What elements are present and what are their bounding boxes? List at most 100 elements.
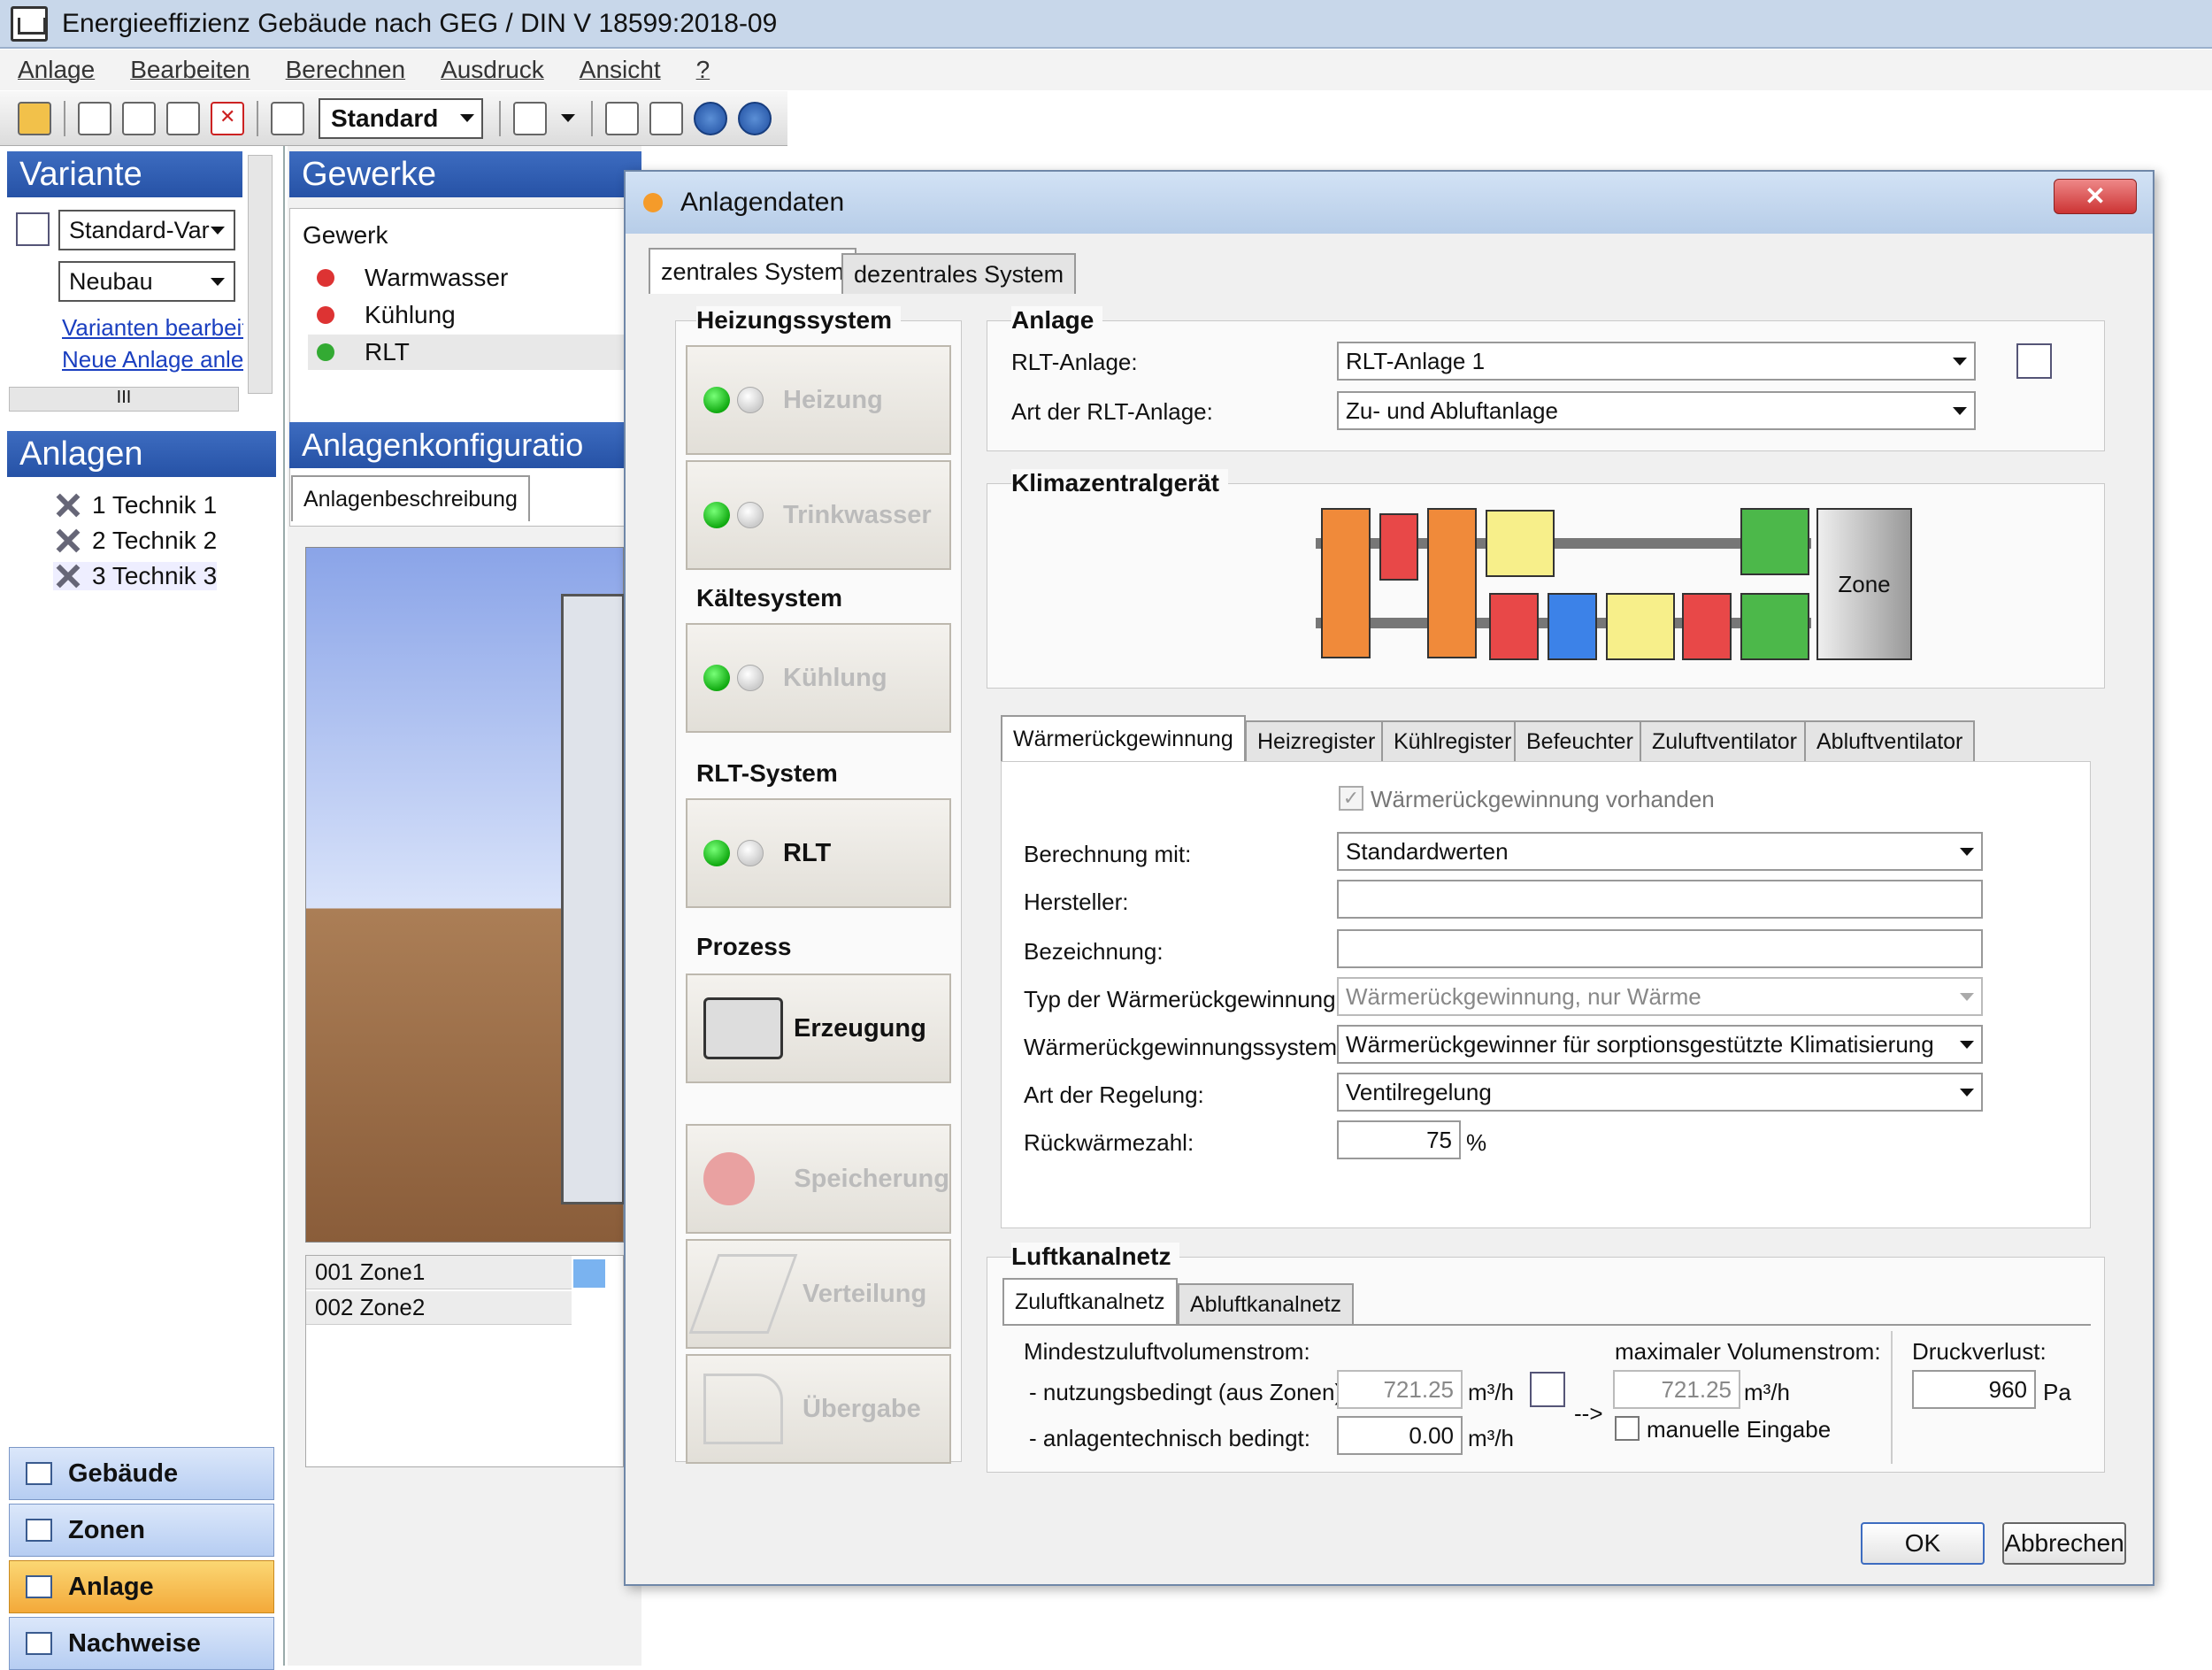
status-light-off [737, 502, 764, 528]
tree-item-technik-1[interactable]: 1 Technik 1 [53, 491, 217, 519]
link-neue-anlage[interactable]: Neue Anlage anlec [62, 346, 243, 373]
edit-icon[interactable] [513, 101, 547, 135]
menu-berechnen[interactable]: Berechnen [286, 56, 405, 84]
toolbar-separator [257, 100, 258, 136]
berechnung-label: Berechnung mit: [1024, 841, 1192, 867]
art-rlt-select[interactable]: Zu- und Abluftanlage [1337, 391, 1976, 430]
variante-select[interactable]: Standard-Var [58, 210, 235, 250]
wrg-checkbox[interactable]: ✓ [1339, 786, 1363, 811]
heizung-button[interactable]: Heizung [686, 345, 951, 455]
help-icon[interactable] [738, 101, 772, 135]
befeuchter-component[interactable] [1606, 593, 1675, 660]
tab-dezentrales-system[interactable]: dezentrales System [841, 253, 1077, 294]
menu-help[interactable]: ? [696, 56, 710, 84]
menu-ansicht[interactable]: Ansicht [580, 56, 661, 84]
profile-select[interactable]: Standard [319, 97, 483, 139]
heat-recovery-component[interactable] [1321, 508, 1371, 658]
open-folder-icon[interactable] [18, 101, 51, 135]
druckverlust-input[interactable]: 960 [1912, 1370, 2036, 1409]
menu-bearbeiten[interactable]: Bearbeiten [130, 56, 250, 84]
nav-zonen[interactable]: Zonen [9, 1504, 274, 1557]
cancel-button[interactable]: Abbrechen [2002, 1522, 2126, 1565]
group-heizungssystem: Heizungssystem [696, 306, 901, 335]
toolbar-separator [499, 100, 501, 136]
tab-waermerueckgewinnung[interactable]: Wärmerückgewinnung [1001, 715, 1246, 761]
building-3d-view[interactable] [305, 547, 625, 1243]
verteilung-button[interactable]: Verteilung [686, 1239, 951, 1349]
calendar-icon[interactable] [1530, 1372, 1565, 1407]
close-button[interactable]: ✕ [2054, 179, 2137, 214]
link-varianten-bearbeiten[interactable]: Varianten bearbeite [62, 314, 243, 342]
filter-component[interactable] [1379, 513, 1418, 581]
new-document-icon[interactable] [78, 101, 111, 135]
nav-anlage[interactable]: Anlage [9, 1560, 274, 1613]
gewerk-label: Kühlung [365, 301, 456, 328]
menu-anlage[interactable]: Anlage [18, 56, 95, 84]
tab-abluftkanalnetz[interactable]: Abluftkanalnetz [1178, 1283, 1354, 1324]
horizontal-scrollbar[interactable]: III [9, 387, 239, 412]
kuehlung-button[interactable]: Kühlung [686, 623, 951, 733]
generator-icon [703, 997, 783, 1059]
gewerk-row-rlt[interactable]: RLT [308, 335, 644, 370]
tab-zuluftkanalnetz[interactable]: Zuluftkanalnetz [1002, 1278, 1178, 1324]
trinkwasser-button[interactable]: Trinkwasser [686, 460, 951, 570]
uebergabe-button[interactable]: Übergabe [686, 1354, 951, 1464]
zone-component[interactable]: Zone [1816, 508, 1912, 660]
manuell-checkbox[interactable] [1615, 1416, 1640, 1441]
erzeugung-button[interactable]: Erzeugung [686, 974, 951, 1083]
chevron-down-icon[interactable] [561, 114, 575, 122]
report-icon[interactable] [271, 101, 304, 135]
globe-icon[interactable] [694, 101, 727, 135]
variante-select-value: Standard-Var [69, 216, 210, 243]
anlagentechnisch-input[interactable]: 0.00 [1337, 1416, 1463, 1455]
menu-ausdruck[interactable]: Ausdruck [441, 56, 544, 84]
max-volumenstrom-input[interactable]: 721.25 [1613, 1370, 1740, 1409]
bauart-select[interactable]: Neubau [58, 261, 235, 302]
gewerk-row-kuehlung[interactable]: Kühlung [308, 297, 456, 333]
heizregister-component[interactable] [1489, 593, 1539, 660]
rueckwaermezahl-input[interactable]: 75 [1337, 1120, 1461, 1159]
delete-icon[interactable] [211, 101, 244, 135]
fan-component[interactable] [1486, 510, 1555, 577]
nav-nachweise[interactable]: Nachweise [9, 1617, 274, 1670]
typ-select[interactable]: Wärmerückgewinnung, nur Wärme [1337, 977, 1983, 1016]
print-icon[interactable] [605, 101, 639, 135]
speicherung-button[interactable]: Speicherung [686, 1124, 951, 1234]
nutzungsbedingt-input[interactable]: 721.25 [1337, 1370, 1463, 1409]
document-icon[interactable] [122, 101, 156, 135]
rlt-anlage-select[interactable]: RLT-Anlage 1 [1337, 342, 1976, 381]
abluftventilator-component[interactable] [1740, 508, 1809, 575]
search-icon[interactable] [649, 101, 683, 135]
zone-row[interactable]: 002 Zone2 [306, 1291, 572, 1325]
zone-row[interactable]: 001 Zone1 [306, 1256, 572, 1289]
calendar-icon[interactable] [16, 212, 50, 246]
tab-anlagenbeschreibung[interactable]: Anlagenbeschreibung [291, 475, 530, 521]
gewerk-row-warmwasser[interactable]: Warmwasser [308, 260, 508, 296]
tree-item-technik-3[interactable]: 3 Technik 3 [53, 562, 218, 590]
tab-zuluftventilator[interactable]: Zuluftventilator [1640, 720, 1809, 761]
rlt-button[interactable]: RLT [686, 798, 951, 908]
ok-button[interactable]: OK [1861, 1522, 1985, 1565]
chevron-down-icon [1960, 1040, 1974, 1049]
zuluftventilator-component[interactable] [1740, 593, 1809, 660]
grid-icon [26, 1519, 52, 1542]
nav-gebaeude[interactable]: Gebäude [9, 1447, 274, 1500]
tab-zentrales-system[interactable]: zentrales System [649, 248, 857, 294]
bezeichnung-input[interactable] [1337, 929, 1983, 968]
calendar-icon[interactable] [2016, 343, 2052, 379]
berechnung-select[interactable]: Standardwerten [1337, 832, 1983, 871]
tab-abluftventilator[interactable]: Abluftventilator [1804, 720, 1976, 761]
tab-kuehlregister[interactable]: Kühlregister [1381, 720, 1525, 761]
regelung-select[interactable]: Ventilregelung [1337, 1073, 1983, 1112]
tab-befeuchter[interactable]: Befeuchter [1514, 720, 1646, 761]
copy-icon[interactable] [166, 101, 200, 135]
nachheizregister-component[interactable] [1682, 593, 1732, 660]
system-select[interactable]: Wärmerückgewinner für sorptionsgestützte… [1337, 1025, 1983, 1064]
variante-scrollbar[interactable] [248, 155, 273, 394]
tab-heizregister[interactable]: Heizregister [1245, 720, 1388, 761]
hersteller-input[interactable] [1337, 880, 1983, 919]
scroll-thumb[interactable]: III [117, 388, 132, 407]
heat-recovery-component[interactable] [1427, 508, 1477, 658]
kuehlregister-component[interactable] [1548, 593, 1597, 660]
tree-item-technik-2[interactable]: 2 Technik 2 [53, 527, 217, 555]
